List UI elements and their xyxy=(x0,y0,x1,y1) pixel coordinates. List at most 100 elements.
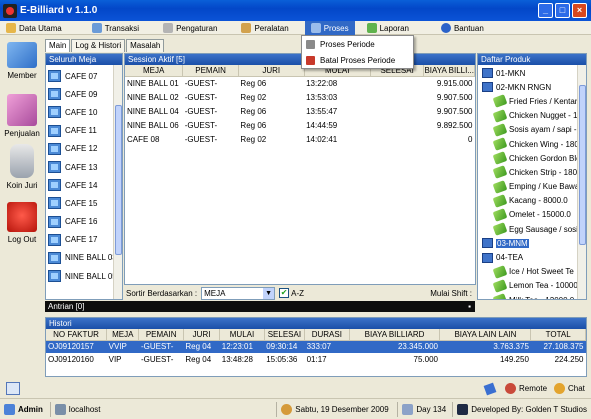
produk-item[interactable]: Fried Fries / Kentang xyxy=(478,94,577,109)
meja-item[interactable]: CAFE 07 xyxy=(46,67,113,85)
meja-item[interactable]: CAFE 11 xyxy=(46,122,113,140)
histori-column-header[interactable]: MULAI xyxy=(219,329,265,341)
status-bar: Admin localhost Sabtu, 19 Desember 2009 … xyxy=(0,398,591,419)
product-tag-icon xyxy=(492,194,508,208)
produk-item[interactable]: Milk Tea - 12000.0 xyxy=(478,293,577,299)
window-icon[interactable] xyxy=(6,382,20,395)
menu-item-batal-proses-periode[interactable]: Batal Proses Periode xyxy=(302,53,413,68)
menu-item-proses-periode[interactable]: Proses Periode xyxy=(302,37,413,52)
antrian-bar[interactable]: Antrian [0] ▪ xyxy=(45,301,475,312)
session-cell: 13:22:08 xyxy=(306,78,338,88)
menu-proses[interactable]: Proses xyxy=(304,21,355,35)
menu-pengaturan[interactable]: Pengaturan xyxy=(157,21,223,35)
meja-item[interactable]: CAFE 17 xyxy=(46,231,113,249)
menu-data-utama[interactable]: Data Utama xyxy=(0,21,68,35)
session-row[interactable]: NINE BALL 06 -GUEST- Reg 06 14:44:59 9.892.5… xyxy=(125,118,475,132)
sidebar-item-penjualan[interactable]: Penjualan xyxy=(0,94,44,138)
meja-item[interactable]: CAFE 16 xyxy=(46,213,113,231)
produk-item[interactable]: Ice / Hot Sweet Te xyxy=(478,264,577,279)
produk-item[interactable]: Chicken Strip - 1800 xyxy=(478,165,577,180)
table-icon xyxy=(48,197,61,210)
produk-item[interactable]: Egg Sausage / sosi xyxy=(478,222,577,236)
menu-transaksi[interactable]: Transaksi xyxy=(86,21,145,35)
produk-item[interactable]: Emping / Kue Bawa xyxy=(478,179,577,194)
produk-scrollbar[interactable] xyxy=(577,65,586,299)
histori-title: Histori xyxy=(46,318,586,329)
produk-item[interactable]: Chicken Wing - 180 xyxy=(478,137,577,151)
histori-column-header[interactable]: BIAYA LAIN LAIN xyxy=(439,329,532,341)
session-row[interactable]: NINE BALL 04 -GUEST- Reg 06 13:55:47 9.907.5… xyxy=(125,104,475,118)
menu-peralatan[interactable]: Peralatan xyxy=(235,21,294,35)
meja-item[interactable]: CAFE 12 xyxy=(46,140,113,158)
produk-panel-title: Daftar Produk xyxy=(478,54,586,65)
session-cell: Reg 02 xyxy=(240,134,267,144)
produk-scroll-thumb[interactable] xyxy=(579,85,586,245)
produk-category[interactable]: 01-MKN xyxy=(478,66,577,80)
az-checkbox[interactable]: ✔ xyxy=(279,288,290,298)
sidebar-item-member[interactable]: Member xyxy=(0,42,44,80)
expand-icon[interactable]: ▪ xyxy=(468,301,471,312)
chat-button[interactable]: Chat xyxy=(554,383,585,394)
session-table: MEJA PEMAIN JURI MULAI SELESAI BIAYA BILLI...… xyxy=(125,65,475,146)
histori-column-header[interactable]: PEMAIN xyxy=(138,329,184,341)
tab-main[interactable]: Main xyxy=(45,39,71,52)
produk-item[interactable]: Kacang - 8000.0 xyxy=(478,194,577,208)
settings-icon xyxy=(163,23,174,33)
session-column-header[interactable]: JURI xyxy=(238,65,305,77)
session-cell: Reg 02 xyxy=(240,92,267,102)
produk-category[interactable]: 02-MKN RNGN xyxy=(478,80,577,94)
produk-item[interactable]: Sosis ayam / sapi - xyxy=(478,123,577,137)
produk-item[interactable]: Chicken Nugget - 1 xyxy=(478,108,577,123)
session-row[interactable]: CAFE 08 -GUEST- Reg 02 14:02:41 0 xyxy=(125,132,475,146)
close-button[interactable]: × xyxy=(572,3,587,18)
sidebar-item-koin-juri[interactable]: Koin Juri xyxy=(0,144,44,190)
produk-item[interactable]: Lemon Tea - 10000 xyxy=(478,279,577,293)
meja-item[interactable]: CAFE 13 xyxy=(46,158,113,176)
histori-row[interactable]: OJ09120157 VVIP -GUEST- Reg 04 12:23:01 09:30… xyxy=(46,340,586,353)
sidebar-item-log-out[interactable]: Log Out xyxy=(0,202,44,244)
sort-select[interactable]: MEJA ▼ xyxy=(201,286,276,300)
minimize-button[interactable]: _ xyxy=(538,3,553,18)
histori-row[interactable]: OJ09120160 VIP -GUEST- Reg 04 13:48:28 15:05:… xyxy=(46,353,586,366)
meja-scroll-thumb[interactable] xyxy=(115,105,122,255)
meja-item[interactable]: CAFE 09 xyxy=(46,85,113,103)
remote-button[interactable]: Remote xyxy=(505,383,547,394)
session-column-header[interactable]: BIAYA BILLI... xyxy=(423,65,475,77)
session-row[interactable]: NINE BALL 01 -GUEST- Reg 06 13:22:08 9.915.0… xyxy=(125,76,475,90)
histori-cell: VVIP xyxy=(106,340,139,353)
histori-cell: 27.108.375 xyxy=(530,340,586,353)
produk-item[interactable]: Chicken Gordon Ble xyxy=(478,151,577,165)
meja-scrollbar[interactable] xyxy=(113,65,122,299)
histori-column-header[interactable]: MEJA xyxy=(106,329,140,341)
histori-column-header[interactable]: SELESAI xyxy=(264,329,306,341)
session-cell: 13:53:03 xyxy=(306,92,338,102)
meja-item[interactable]: NINE BALL 03 xyxy=(46,249,113,267)
histori-column-header[interactable]: TOTAL xyxy=(530,329,586,341)
table-icon xyxy=(48,179,61,192)
session-cell xyxy=(370,76,424,90)
session-column-header[interactable]: MEJA xyxy=(125,65,184,77)
histori-column-header[interactable]: NO FAKTUR xyxy=(46,329,108,341)
histori-column-header[interactable]: DURASI xyxy=(304,329,350,341)
session-row[interactable]: NINE BALL 02 -GUEST- Reg 02 13:53:03 9.907.5… xyxy=(125,90,475,104)
histori-column-header[interactable]: JURI xyxy=(183,329,221,341)
meja-item[interactable]: CAFE 14 xyxy=(46,176,113,194)
tab-masalah[interactable]: Masalah xyxy=(126,39,165,52)
session-cell: NINE BALL 02 xyxy=(127,92,179,102)
produk-category[interactable]: 03-MNM xyxy=(478,236,577,250)
menu-laporan[interactable]: Laporan xyxy=(361,21,415,35)
maximize-button[interactable]: □ xyxy=(555,3,570,18)
meja-item[interactable]: NINE BALL 05 xyxy=(46,267,113,285)
session-cell: 9.907.500 xyxy=(436,92,473,102)
edit-icon[interactable] xyxy=(483,382,497,395)
histori-panel: Histori NO FAKTUR MEJA PEMAIN JURI MULAI SELE… xyxy=(45,317,587,377)
menu-bantuan[interactable]: Bantuan xyxy=(435,21,490,35)
session-column-header[interactable]: PEMAIN xyxy=(182,65,239,77)
produk-category[interactable]: 04-TEA xyxy=(478,250,577,264)
histori-body: OJ09120157 VVIP -GUEST- Reg 04 12:23:01 09:30… xyxy=(46,340,586,366)
meja-item[interactable]: CAFE 15 xyxy=(46,194,113,212)
tab-log-histori[interactable]: Log & Histori xyxy=(71,39,126,52)
meja-item[interactable]: CAFE 10 xyxy=(46,103,113,121)
produk-item[interactable]: Omelet - 15000.0 xyxy=(478,208,577,222)
histori-column-header[interactable]: BIAYA BILLIARD xyxy=(349,329,441,341)
